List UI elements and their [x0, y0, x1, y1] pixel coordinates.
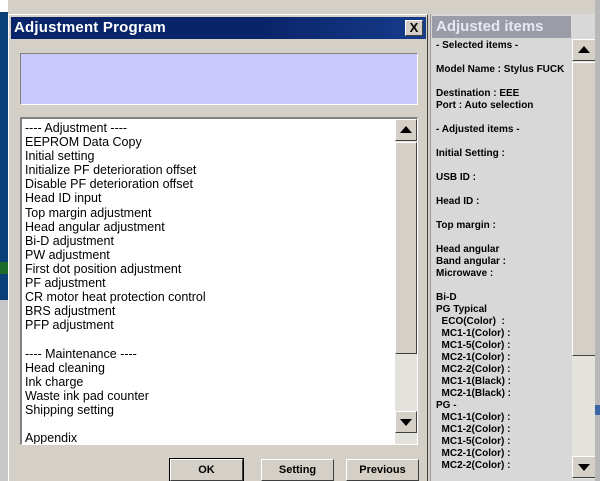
panel-line: Head ID :	[436, 196, 480, 207]
panel-line: PG -	[436, 400, 457, 411]
menu-item[interactable]: Head cleaning	[25, 361, 393, 375]
menu-scroll-thumb[interactable]	[395, 142, 417, 354]
panel-titlebar: Adjusted items	[432, 16, 571, 38]
menu-item[interactable]: Top margin adjustment	[25, 206, 393, 220]
menu-item[interactable]: BRS adjustment	[25, 304, 393, 318]
panel-line	[436, 136, 571, 148]
menu-scroll-down-button[interactable]	[395, 411, 417, 433]
panel-line: Head angular	[436, 244, 500, 255]
message-area	[20, 53, 418, 105]
dialog-titlebar[interactable]: Adjustment Program X	[11, 17, 426, 39]
panel-scrollbar[interactable]	[572, 39, 596, 479]
menu-item[interactable]: PW adjustment	[25, 248, 393, 262]
panel-line	[436, 184, 571, 196]
panel-line: MC2-1(Color) :	[436, 448, 511, 459]
panel-scroll-thumb[interactable]	[572, 62, 596, 356]
close-button[interactable]: X	[405, 20, 423, 36]
panel-line: PG Typical	[436, 304, 487, 315]
menu-item	[25, 332, 393, 346]
menu-item[interactable]: Initial setting	[25, 149, 393, 163]
menu-item[interactable]: Head angular adjustment	[25, 220, 393, 234]
arrow-up-icon	[578, 46, 590, 53]
previous-button[interactable]: Previous	[346, 459, 419, 481]
menu-item[interactable]: ---- Adjustment ----	[25, 121, 393, 135]
panel-line: Band angular :	[436, 256, 507, 267]
panel-line: MC2-2(Color) :	[436, 460, 511, 471]
panel-line: ECO(Color) :	[436, 316, 505, 327]
menu-item[interactable]: Head ID input	[25, 191, 393, 205]
panel-line: Port : Auto selection	[436, 100, 534, 111]
menu-item	[25, 417, 393, 431]
menu-scrollbar[interactable]	[395, 119, 417, 444]
background-desktop-strip	[0, 0, 8, 481]
menu-item[interactable]: Bi-D adjustment	[25, 234, 393, 248]
panel-line: MC1-1(Black) :	[436, 376, 512, 387]
menu-items: ---- Adjustment ---- EEPROM Data Copy Init…	[25, 121, 393, 444]
menu-scroll-up-button[interactable]	[395, 119, 417, 141]
close-icon: X	[409, 20, 419, 35]
menu-item[interactable]: Appendix	[25, 431, 393, 444]
menu-item[interactable]: Initialize PF deterioration offset	[25, 163, 393, 177]
background-gray-area	[0, 300, 8, 481]
panel-line: - Selected items -	[436, 40, 519, 51]
adjustment-program-dialog: Adjustment Program X ---- Adjustment ---…	[8, 14, 428, 481]
panel-line	[436, 160, 571, 172]
panel-line: Initial Setting :	[436, 148, 505, 159]
panel-line: MC1-2(Color) :	[436, 424, 511, 435]
arrow-down-icon	[400, 419, 412, 426]
menu-item[interactable]: Shipping setting	[25, 403, 393, 417]
panel-line: - Adjusted items -	[436, 124, 520, 135]
menu-item[interactable]: EEPROM Data Copy	[25, 135, 393, 149]
background-green-bar	[0, 262, 8, 274]
panel-line: Top margin :	[436, 220, 496, 231]
menu-item[interactable]: Waste ink pad counter	[25, 389, 393, 403]
menu-item[interactable]: PF adjustment	[25, 276, 393, 290]
ok-button[interactable]: OK	[169, 458, 244, 481]
adjusted-items-panel: Adjusted items - Selected items - Model N…	[430, 14, 600, 481]
panel-line: MC1-1(Color) :	[436, 412, 511, 423]
menu-listbox[interactable]: ---- Adjustment ---- EEPROM Data Copy Init…	[20, 117, 418, 445]
panel-line: MC2-1(Black) :	[436, 388, 512, 399]
panel-line: MC2-1(Color) :	[436, 352, 511, 363]
panel-scroll-up-button[interactable]	[572, 39, 596, 61]
panel-line	[436, 280, 571, 292]
background-window-edge	[0, 0, 8, 12]
panel-line	[436, 112, 571, 124]
panel-line	[436, 76, 571, 88]
panel-line: MC1-1(Color) :	[436, 328, 511, 339]
menu-item[interactable]: PFP adjustment	[25, 318, 393, 332]
panel-line	[436, 52, 571, 64]
panel-line: MC1-5(Color) :	[436, 340, 511, 351]
dialog-title: Adjustment Program	[14, 19, 166, 36]
panel-line: Model Name : Stylus FUCK	[436, 64, 565, 75]
background-edge-mark	[595, 405, 600, 415]
background-window-content	[0, 140, 8, 260]
panel-line: Destination : EEE	[436, 88, 520, 99]
panel-line: Bi-D	[436, 292, 457, 303]
menu-item[interactable]: First dot position adjustment	[25, 262, 393, 276]
panel-line: Microwave :	[436, 268, 494, 279]
setting-button[interactable]: Setting	[261, 459, 334, 481]
menu-item[interactable]: CR motor heat protection control	[25, 290, 393, 304]
panel-scroll-down-button[interactable]	[572, 456, 596, 478]
panel-line	[436, 208, 571, 220]
background-right-edge	[595, 0, 600, 481]
menu-item[interactable]: ---- Maintenance ----	[25, 347, 393, 361]
panel-line	[436, 232, 571, 244]
panel-line: MC2-2(Color) :	[436, 364, 511, 375]
panel-line: MC1-5(Color) :	[436, 436, 511, 447]
panel-line: USB ID :	[436, 172, 476, 183]
arrow-up-icon	[400, 126, 412, 133]
panel-content: - Selected items - Model Name : Stylus FU…	[436, 40, 571, 481]
arrow-down-icon	[578, 464, 590, 471]
menu-item[interactable]: Ink charge	[25, 375, 393, 389]
panel-title: Adjusted items	[436, 18, 544, 35]
menu-item[interactable]: Disable PF deterioration offset	[25, 177, 393, 191]
